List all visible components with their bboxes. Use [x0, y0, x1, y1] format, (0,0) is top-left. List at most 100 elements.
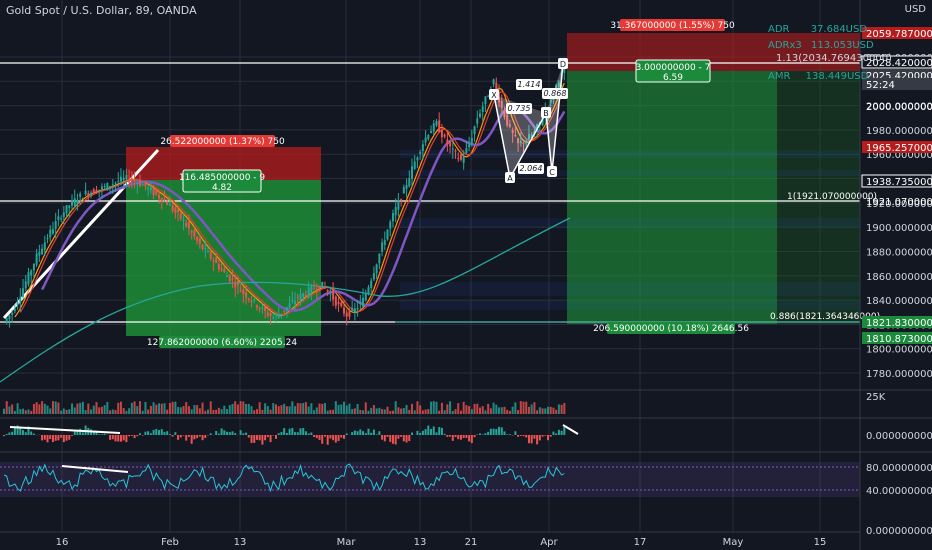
osc1-bar: [109, 435, 112, 440]
osc1-bar: [527, 435, 530, 444]
volume-bar: [27, 409, 30, 414]
osc1-bar: [187, 435, 190, 437]
level-label: 1(1921.070000000): [787, 192, 877, 202]
volume-bar: [242, 401, 245, 414]
volume-bar: [111, 409, 114, 414]
volume-bar: [147, 409, 150, 414]
volume-bar: [405, 404, 408, 414]
osc1-bar: [62, 435, 65, 443]
candle-body: [166, 201, 169, 205]
volume-bar: [133, 401, 136, 414]
volume-bar: [269, 409, 272, 414]
osc1-bar: [250, 435, 253, 443]
candle-body: [304, 295, 307, 297]
volume-bar: [22, 408, 25, 414]
osc1-bar: [185, 435, 188, 441]
volume-bar: [54, 401, 57, 414]
candle-body: [296, 297, 299, 299]
osc1-bar: [525, 435, 528, 438]
volume-bar: [98, 407, 101, 414]
osc1-bar: [239, 430, 242, 435]
volume-bar: [555, 409, 558, 414]
osc1-bar: [370, 432, 373, 435]
candle-body: [117, 180, 120, 182]
osc1-bar: [177, 435, 180, 440]
volume-bar: [321, 403, 324, 414]
chart-stage[interactable]: X A B C D 1.414 0.735 2.064 0.868 31.367000000 (…: [0, 0, 932, 550]
candle-body: [348, 311, 351, 317]
amr-value: 138.449USD: [805, 71, 869, 82]
volume-bar: [337, 404, 340, 414]
osc1-bar: [100, 434, 103, 435]
volume-bar: [49, 408, 52, 414]
osc1-bar: [563, 427, 566, 435]
osc1-bar: [446, 435, 449, 437]
volume-bar: [46, 405, 49, 414]
harmonic-point-label: X: [491, 91, 497, 100]
volume-bar: [73, 407, 76, 414]
candle-body: [247, 298, 250, 300]
osc1-bar: [242, 433, 245, 435]
volume-bar: [487, 403, 490, 414]
osc1-bar: [201, 435, 204, 441]
candle-body: [22, 288, 25, 297]
candle-body: [389, 221, 392, 229]
candle-body: [310, 286, 313, 294]
volume-bar: [351, 409, 354, 414]
osc1-bar: [128, 435, 131, 437]
osc1-bar: [114, 435, 117, 442]
osc1-bar: [489, 428, 492, 435]
candle-body: [49, 229, 52, 238]
candle-body: [250, 300, 253, 302]
x-tick-label: Apr: [540, 537, 558, 548]
volume-bar: [348, 403, 351, 414]
currency-label: USD: [904, 4, 926, 15]
price-chart[interactable]: X A B C D 1.414 0.735 2.064 0.868 31.367000000 (…: [0, 0, 932, 550]
candle-body: [185, 222, 188, 227]
osc1-bar: [245, 432, 248, 435]
candle-body: [272, 317, 275, 319]
osc1-bar: [258, 435, 261, 441]
volume-bar: [468, 406, 471, 414]
liquidity-band: [400, 218, 860, 228]
candle-body: [92, 189, 95, 194]
osc1-bar: [60, 435, 63, 438]
candle-body: [419, 151, 422, 154]
osc1-bar: [171, 435, 174, 437]
volume-bar: [171, 401, 174, 414]
volume-bar: [8, 406, 11, 414]
candle-body: [449, 141, 452, 147]
candle-body: [345, 312, 348, 317]
candle-body: [171, 205, 174, 211]
candle-body: [30, 270, 33, 276]
candle-body: [174, 207, 177, 213]
candle-body: [90, 192, 93, 196]
volume-bar: [79, 402, 82, 414]
price-axis[interactable]: 2040.0000000002020.0000000002000.0000000…: [859, 0, 932, 550]
volume-bar: [378, 407, 381, 414]
volume-bar: [149, 405, 152, 414]
candle-body: [340, 302, 343, 307]
candle-body: [217, 263, 220, 270]
volume-bar: [87, 403, 90, 414]
candle-body: [27, 272, 30, 285]
candle-body: [130, 178, 133, 181]
volume-bar: [266, 406, 269, 414]
volume-bar: [288, 406, 291, 414]
candle-body: [291, 300, 294, 302]
osc1-bar: [457, 435, 460, 440]
volume-bar: [174, 401, 177, 414]
ratio-label: 1.414: [518, 80, 541, 89]
candle-body: [343, 307, 345, 314]
osc1-bar: [147, 431, 150, 435]
osc1-bar: [465, 435, 468, 438]
candle-body: [408, 178, 411, 187]
ratio-label: 0.735: [508, 104, 531, 113]
volume-bar: [489, 408, 492, 414]
osc1-bar: [253, 435, 256, 443]
osc1-bar: [326, 435, 329, 445]
candle-body: [79, 193, 82, 197]
volume-bar: [394, 401, 397, 414]
candle-body: [364, 293, 367, 301]
volume-bar: [541, 408, 544, 414]
